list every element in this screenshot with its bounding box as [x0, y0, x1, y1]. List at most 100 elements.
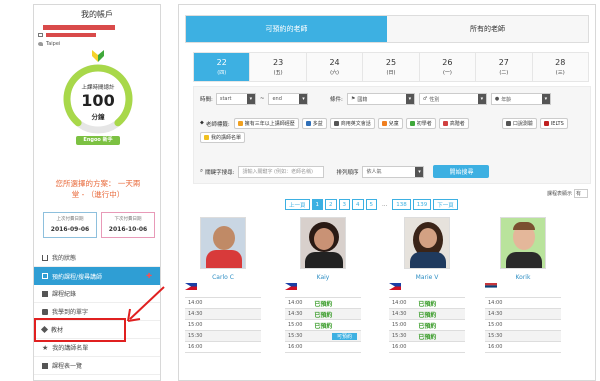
time-slot[interactable]: 15:00 已預約	[285, 320, 361, 331]
time-slot[interactable]: 15:30	[185, 331, 261, 342]
day-number: 25	[385, 58, 397, 67]
tag-label: 老師標籤:	[205, 121, 230, 128]
day-number: 27	[498, 58, 509, 67]
teacher-name[interactable]: Carlo C	[185, 274, 261, 281]
time-slot[interactable]: 16:00	[485, 342, 561, 353]
time-slots: 14:00 14:30 15:00 15:30 16:00	[485, 297, 561, 353]
email-row	[38, 33, 96, 37]
country-select[interactable]: ⚑ 國籍 ▾	[346, 93, 415, 105]
time-slot[interactable]: 15:00 已預約	[389, 320, 465, 331]
tag-icon: ⬥	[200, 120, 204, 126]
tag-chip[interactable]: 初學者	[405, 118, 436, 129]
day-tab[interactable]: 26 (一)	[419, 53, 477, 81]
day-number: 22	[216, 58, 227, 67]
sidebar-item-book-lesson[interactable]: 預約課程/搜尋講師 ✚	[34, 267, 160, 285]
next-payment-box: 下次付費日期 2016-10-06	[101, 212, 155, 238]
time-slot[interactable]: 14:30	[485, 309, 561, 320]
per-page-select[interactable]: 有	[574, 189, 588, 198]
teacher-name[interactable]: Kaiy	[285, 274, 361, 281]
prev-page-button[interactable]: 上一頁	[285, 199, 310, 210]
page-button[interactable]: 3	[338, 199, 351, 210]
tag-chip[interactable]: 多益	[301, 118, 327, 129]
tab-available-teachers[interactable]: 可預約的老師	[186, 16, 387, 42]
teacher-photo[interactable]	[500, 217, 546, 269]
time-slot[interactable]: 16:00	[185, 342, 261, 353]
page-button[interactable]: 5	[365, 199, 378, 210]
day-tab[interactable]: 24 (六)	[306, 53, 364, 81]
tag-chip-label: 我的講師名單	[211, 135, 242, 141]
sidebar-item-status[interactable]: 我的狀態	[34, 249, 160, 267]
day-weekday: (一)	[442, 70, 452, 76]
search-button[interactable]: 開始搜尋	[433, 165, 490, 178]
page-button[interactable]: 138	[392, 199, 411, 210]
time-slot[interactable]: 14:30	[185, 309, 261, 320]
tag-chip[interactable]: 商用英文會話	[329, 118, 375, 129]
slot-time: 16:00	[288, 344, 303, 350]
time-slot[interactable]: 16:00	[389, 342, 465, 353]
age-select[interactable]: ● 年齡 ▾	[490, 93, 551, 105]
user-icon: ●	[494, 96, 500, 102]
gender-select[interactable]: ♂ 性別 ▾	[418, 93, 487, 105]
time-label: 時間:	[200, 97, 213, 103]
day-tab[interactable]: 28 (三)	[532, 53, 588, 81]
sort-select[interactable]: 依人氣 ▾	[362, 165, 425, 178]
tab-all-teachers[interactable]: 所有的老師	[387, 16, 588, 42]
day-weekday: (四)	[217, 70, 227, 76]
page-button[interactable]: 2	[325, 199, 337, 210]
sidebar-item-schedule[interactable]: 課程表一覽	[34, 357, 160, 375]
keyword-filter: ⌕ 關鍵字搜尋: 請輸入關鍵字 (例如：老師名稱) 排列順序 依人氣 ▾ 開始搜尋	[200, 165, 490, 178]
tag-chip[interactable]: 兒童	[377, 118, 403, 129]
tag-chip[interactable]: 我的講師名單	[200, 132, 246, 143]
sidebar-item-label: 我的狀態	[52, 255, 77, 262]
time-slot[interactable]: 14:00 已預約	[285, 298, 361, 309]
day-tab[interactable]: 27 (二)	[476, 53, 533, 81]
slot-time: 14:00	[188, 300, 203, 306]
time-slot[interactable]: 14:00	[185, 298, 261, 309]
time-slot[interactable]: 16:00	[285, 342, 361, 353]
time-slot[interactable]: 15:00	[485, 320, 561, 331]
home-icon	[42, 254, 48, 261]
teacher-name[interactable]: Marie V	[389, 274, 465, 281]
teacher-photo[interactable]	[300, 217, 346, 269]
tag-chip[interactable]: 高階者	[438, 118, 469, 129]
star-icon: ★	[42, 343, 49, 352]
day-weekday: (二)	[499, 70, 509, 76]
end-time-select[interactable]: end ▾	[268, 93, 309, 105]
keyword-input[interactable]: 請輸入關鍵字 (例如：老師名稱)	[238, 165, 325, 178]
start-time-select[interactable]: start ▾	[215, 93, 256, 105]
tag-chip-label: 多益	[312, 121, 323, 127]
day-tab[interactable]: 22 (四)	[194, 53, 251, 81]
slot-time: 15:30	[488, 333, 503, 339]
star-icon	[204, 135, 209, 140]
time-slot[interactable]: 14:00 已預約	[389, 298, 465, 309]
beginner-leaf-icon	[92, 50, 104, 62]
philippines-flag-icon	[185, 283, 197, 290]
select-value: end	[272, 96, 282, 102]
plan-text: 您所選擇的方案： 一天兩 堂 - （進行中）	[40, 178, 156, 200]
time-slot[interactable]: 15:30	[485, 331, 561, 342]
condition-label: 條件:	[330, 97, 343, 103]
teacher-photo[interactable]	[200, 217, 246, 269]
tag-chip[interactable]: 口說測驗	[501, 118, 537, 129]
time-slot[interactable]: 15:00	[185, 320, 261, 331]
time-slot[interactable]: 14:30 已預約	[389, 309, 465, 320]
time-slot[interactable]: 14:30 已預約	[285, 309, 361, 320]
time-slot[interactable]: 15:30 已預約	[389, 331, 465, 342]
day-number: 24	[329, 58, 340, 67]
slot-status: 已預約	[314, 300, 333, 308]
teacher-name[interactable]: Korik	[485, 274, 561, 281]
tag-chip[interactable]: IELTS	[539, 118, 568, 129]
slot-time: 15:00	[288, 322, 303, 328]
next-page-button[interactable]: 下一頁	[433, 199, 458, 210]
time-slot[interactable]: 15:30 可預約	[285, 331, 361, 342]
day-tab[interactable]: 23 (五)	[250, 53, 307, 81]
slot-time: 16:00	[392, 344, 407, 350]
time-slot[interactable]: 14:00	[485, 298, 561, 309]
page-button[interactable]: 1	[311, 199, 324, 210]
book-slot-button[interactable]: 可預約	[331, 332, 357, 340]
tag-chip[interactable]: 擁有三年以上講師經歷	[233, 118, 299, 129]
day-tab[interactable]: 25 (日)	[363, 53, 420, 81]
page-button[interactable]: 4	[352, 199, 364, 210]
page-button[interactable]: 139	[412, 199, 432, 210]
teacher-photo[interactable]	[404, 217, 450, 269]
